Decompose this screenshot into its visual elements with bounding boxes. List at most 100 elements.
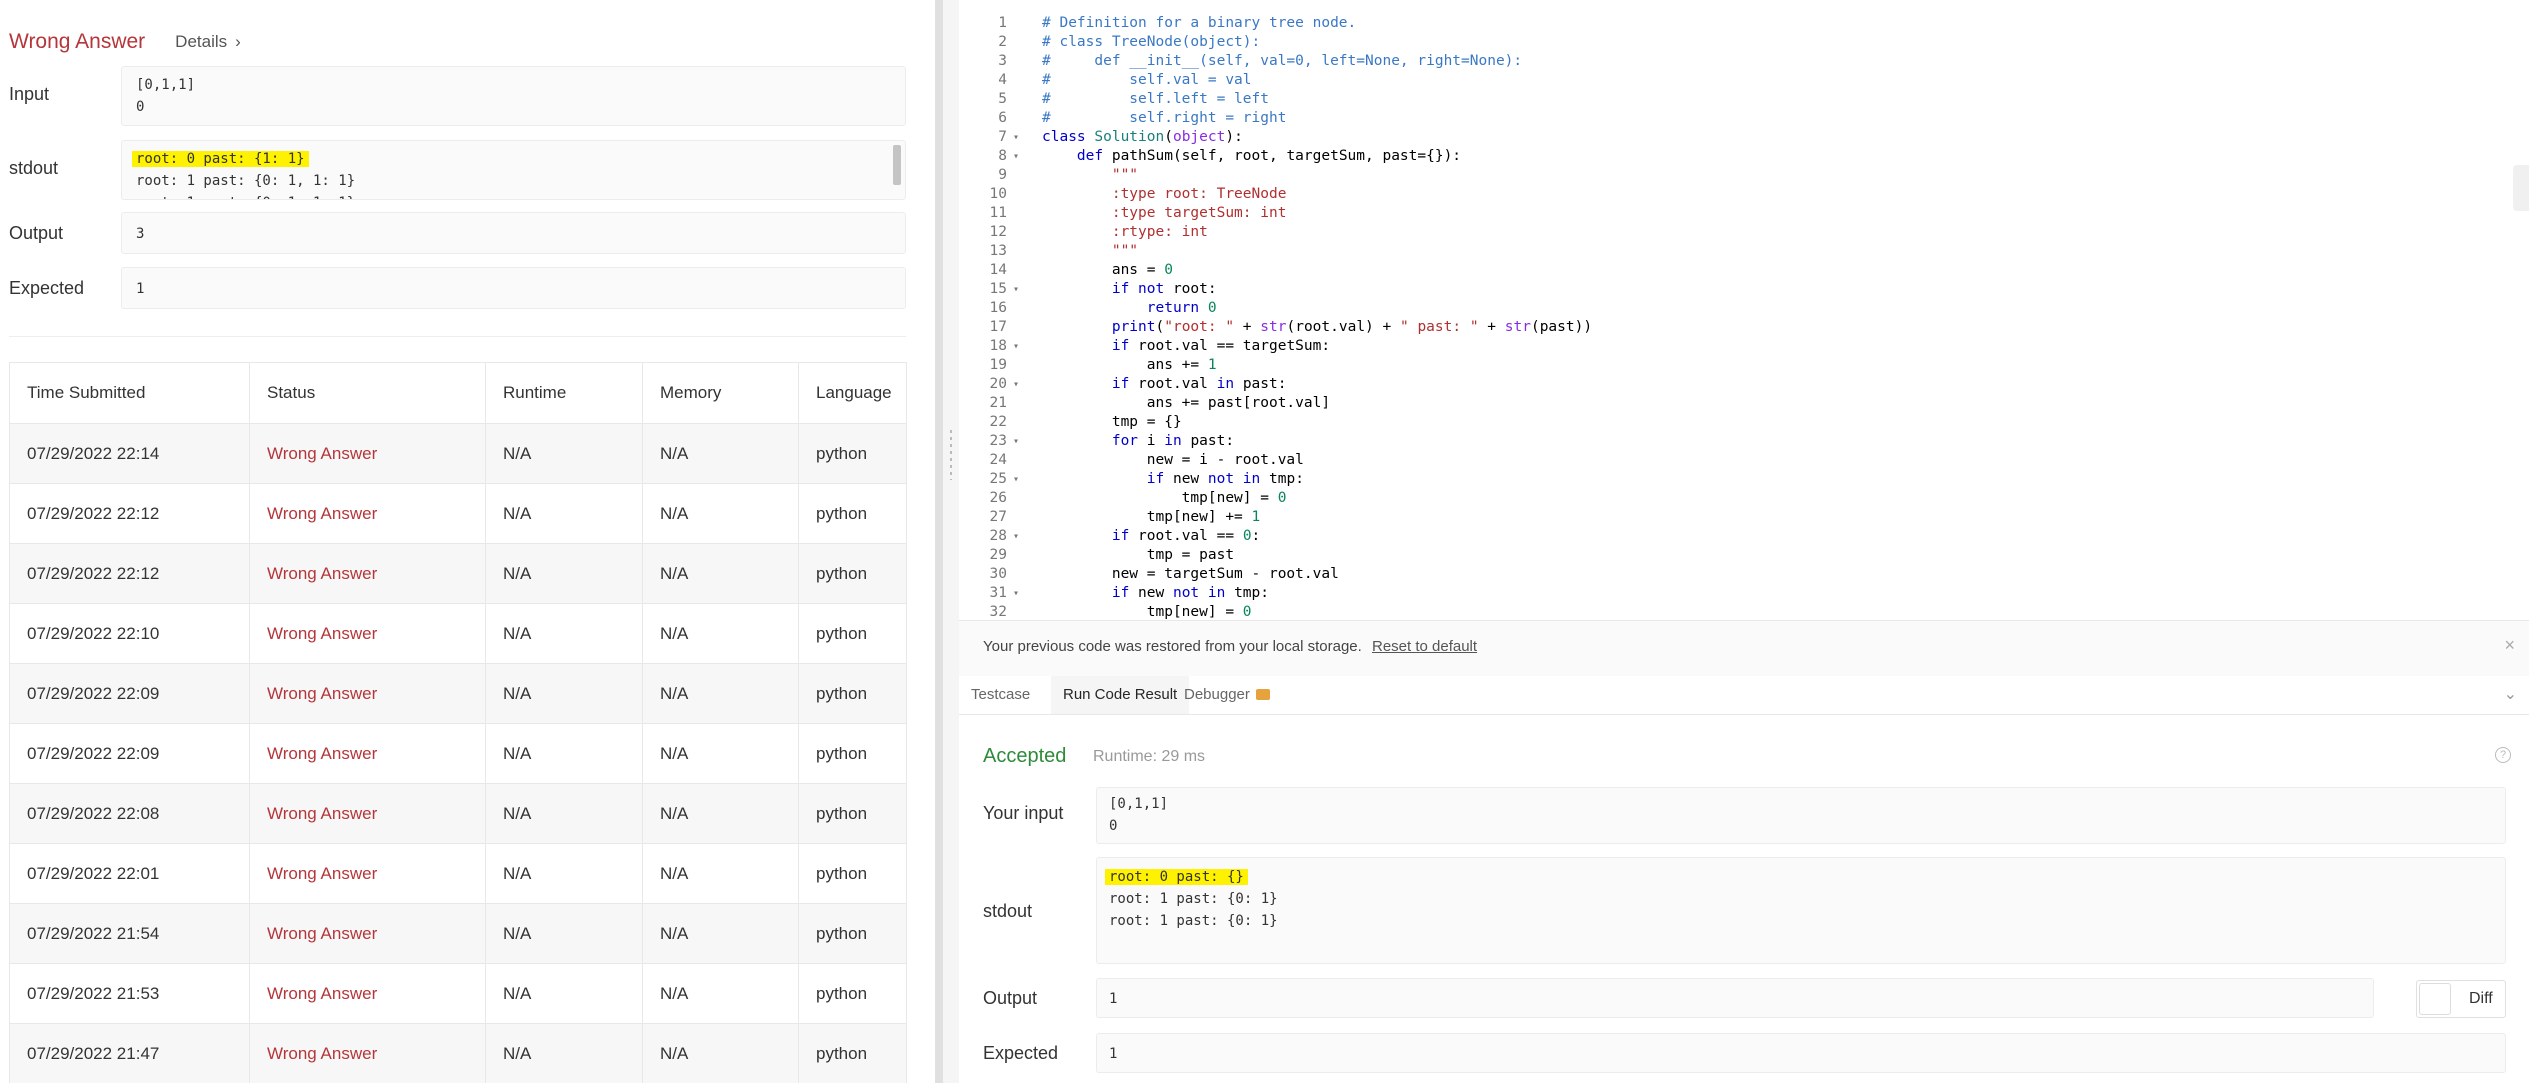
code-line[interactable]: 29 tmp = past bbox=[959, 546, 2529, 565]
cell-status[interactable]: Wrong Answer bbox=[249, 843, 486, 904]
code-line[interactable]: 14 ans = 0 bbox=[959, 261, 2529, 280]
col-language[interactable]: Language bbox=[798, 362, 907, 424]
cell-language: python bbox=[798, 963, 907, 1024]
table-row[interactable]: 07/29/2022 21:47 Wrong Answer N/A N/A python bbox=[9, 1023, 907, 1083]
submission-panel: Wrong Answer Details › Input [0,1,1] 0 s… bbox=[0, 0, 935, 1083]
close-icon[interactable]: × bbox=[2504, 635, 2515, 656]
chevron-down-icon[interactable]: ⌄ bbox=[2504, 684, 2517, 704]
cell-time: 07/29/2022 22:14 bbox=[9, 423, 250, 484]
table-row[interactable]: 07/29/2022 21:54 Wrong Answer N/A N/A python bbox=[9, 903, 907, 964]
code-token: """ bbox=[1111, 243, 1139, 259]
stdout-scrollbar[interactable] bbox=[893, 145, 901, 185]
code-line[interactable]: 17 print("root: " + str(root.val) + " pa… bbox=[959, 318, 2529, 337]
stdout-line-highlighted: root: 0 past: {1: 1} bbox=[132, 151, 309, 167]
table-row[interactable]: 07/29/2022 22:12 Wrong Answer N/A N/A python bbox=[9, 483, 907, 544]
code-line[interactable]: 6 # self.right = right bbox=[959, 109, 2529, 128]
code-line[interactable]: 3 # def __init__(self, val=0, left=None, … bbox=[959, 52, 2529, 71]
code-line[interactable]: 11 :type targetSum: int bbox=[959, 204, 2529, 223]
table-row[interactable]: 07/29/2022 22:09 Wrong Answer N/A N/A python bbox=[9, 663, 907, 724]
fold-arrow-icon[interactable]: ▾ bbox=[1009, 432, 1023, 451]
tab-run-code-result[interactable]: Run Code Result bbox=[1051, 676, 1190, 714]
code-token: (root.val) + bbox=[1286, 319, 1400, 335]
cell-status[interactable]: Wrong Answer bbox=[249, 903, 486, 964]
cell-status[interactable]: Wrong Answer bbox=[249, 783, 486, 844]
details-link[interactable]: Details bbox=[175, 32, 227, 52]
code-line[interactable]: 9 """ bbox=[959, 166, 2529, 185]
fold-arrow-icon[interactable]: ▾ bbox=[1009, 128, 1023, 147]
left-panel-scrollbar[interactable] bbox=[935, 0, 943, 1083]
col-status[interactable]: Status bbox=[249, 362, 486, 424]
code-line[interactable]: 10 :type root: TreeNode bbox=[959, 185, 2529, 204]
code-line[interactable]: 23 ▾ for i in past: bbox=[959, 432, 2529, 451]
code-text: ans = 0 bbox=[1042, 261, 1173, 280]
code-line[interactable]: 7 ▾ class Solution(object): bbox=[959, 128, 2529, 147]
fold-arrow-icon[interactable]: ▾ bbox=[1009, 470, 1023, 489]
cell-status[interactable]: Wrong Answer bbox=[249, 963, 486, 1024]
cell-status[interactable]: Wrong Answer bbox=[249, 483, 486, 544]
reset-to-default-link[interactable]: Reset to default bbox=[1372, 638, 1477, 655]
code-line[interactable]: 18 ▾ if root.val == targetSum: bbox=[959, 337, 2529, 356]
table-row[interactable]: 07/29/2022 22:10 Wrong Answer N/A N/A python bbox=[9, 603, 907, 664]
fold-arrow-icon[interactable]: ▾ bbox=[1009, 147, 1023, 166]
table-row[interactable]: 07/29/2022 22:01 Wrong Answer N/A N/A python bbox=[9, 843, 907, 904]
code-token: tmp = {} bbox=[1042, 414, 1182, 430]
fold-arrow-icon[interactable]: ▾ bbox=[1009, 527, 1023, 546]
code-line[interactable]: 24 new = i - root.val bbox=[959, 451, 2529, 470]
code-line[interactable]: 27 tmp[new] += 1 bbox=[959, 508, 2529, 527]
code-line[interactable]: 21 ans += past[root.val] bbox=[959, 394, 2529, 413]
code-line[interactable]: 32 tmp[new] = 0 bbox=[959, 603, 2529, 620]
table-row[interactable]: 07/29/2022 22:14 Wrong Answer N/A N/A python bbox=[9, 423, 907, 484]
col-memory[interactable]: Memory bbox=[642, 362, 799, 424]
fold-arrow-icon[interactable]: ▾ bbox=[1009, 280, 1023, 299]
fold-arrow-icon[interactable]: ▾ bbox=[1009, 584, 1023, 603]
col-time-submitted[interactable]: Time Submitted bbox=[9, 362, 250, 424]
code-line[interactable]: 13 """ bbox=[959, 242, 2529, 261]
code-line[interactable]: 1 # Definition for a binary tree node. bbox=[959, 14, 2529, 33]
code-line[interactable]: 25 ▾ if new not in tmp: bbox=[959, 470, 2529, 489]
code-line[interactable]: 12 :rtype: int bbox=[959, 223, 2529, 242]
code-line[interactable]: 26 tmp[new] = 0 bbox=[959, 489, 2529, 508]
cell-status[interactable]: Wrong Answer bbox=[249, 423, 486, 484]
fold-arrow-icon[interactable]: ▾ bbox=[1009, 375, 1023, 394]
table-row[interactable]: 07/29/2022 21:53 Wrong Answer N/A N/A python bbox=[9, 963, 907, 1024]
code-line[interactable]: 31 ▾ if new not in tmp: bbox=[959, 584, 2529, 603]
cell-status[interactable]: Wrong Answer bbox=[249, 543, 486, 604]
code-line[interactable]: 19 ans += 1 bbox=[959, 356, 2529, 375]
code-editor[interactable]: 1 # Definition for a binary tree node. 2 # … bbox=[959, 0, 2529, 621]
code-line[interactable]: 16 return 0 bbox=[959, 299, 2529, 318]
diff-switch[interactable] bbox=[2419, 983, 2451, 1015]
table-row[interactable]: 07/29/2022 22:12 Wrong Answer N/A N/A python bbox=[9, 543, 907, 604]
side-toggle-button[interactable] bbox=[2513, 165, 2529, 211]
code-line[interactable]: 5 # self.left = left bbox=[959, 90, 2529, 109]
code-line[interactable]: 30 new = targetSum - root.val bbox=[959, 565, 2529, 584]
table-row[interactable]: 07/29/2022 22:08 Wrong Answer N/A N/A python bbox=[9, 783, 907, 844]
chevron-right-icon[interactable]: › bbox=[235, 32, 241, 52]
expected-value: 1 bbox=[136, 281, 145, 297]
drag-handle-icon[interactable] bbox=[950, 430, 952, 480]
cell-status[interactable]: Wrong Answer bbox=[249, 723, 486, 784]
stdout-box[interactable]: root: 0 past: {1: 1} root: 1 past: {0: 1… bbox=[121, 140, 906, 200]
table-row[interactable]: 07/29/2022 22:09 Wrong Answer N/A N/A python bbox=[9, 723, 907, 784]
cell-status[interactable]: Wrong Answer bbox=[249, 1023, 486, 1083]
code-line[interactable]: 22 tmp = {} bbox=[959, 413, 2529, 432]
tab-debugger[interactable]: Debugger bbox=[1172, 676, 1282, 714]
fold-arrow-icon[interactable]: ▾ bbox=[1009, 337, 1023, 356]
code-line[interactable]: 15 ▾ if not root: bbox=[959, 280, 2529, 299]
cell-status[interactable]: Wrong Answer bbox=[249, 603, 486, 664]
code-text: new = targetSum - root.val bbox=[1042, 565, 1339, 584]
code-line[interactable]: 2 # class TreeNode(object): bbox=[959, 33, 2529, 52]
code-line[interactable]: 28 ▾ if root.val == 0: bbox=[959, 527, 2529, 546]
code-token: past: bbox=[1190, 433, 1235, 449]
col-runtime[interactable]: Runtime bbox=[485, 362, 643, 424]
cell-status[interactable]: Wrong Answer bbox=[249, 663, 486, 724]
help-icon[interactable]: ? bbox=[2495, 747, 2511, 763]
cell-memory: N/A bbox=[642, 903, 799, 964]
tab-testcase[interactable]: Testcase bbox=[959, 676, 1042, 714]
code-line[interactable]: 8 ▾ def pathSum(self, root, targetSum, pa… bbox=[959, 147, 2529, 166]
code-line[interactable]: 20 ▾ if root.val in past: bbox=[959, 375, 2529, 394]
panel-resizer[interactable] bbox=[935, 0, 959, 1083]
code-line[interactable]: 4 # self.val = val bbox=[959, 71, 2529, 90]
diff-toggle[interactable]: Diff bbox=[2416, 980, 2506, 1018]
